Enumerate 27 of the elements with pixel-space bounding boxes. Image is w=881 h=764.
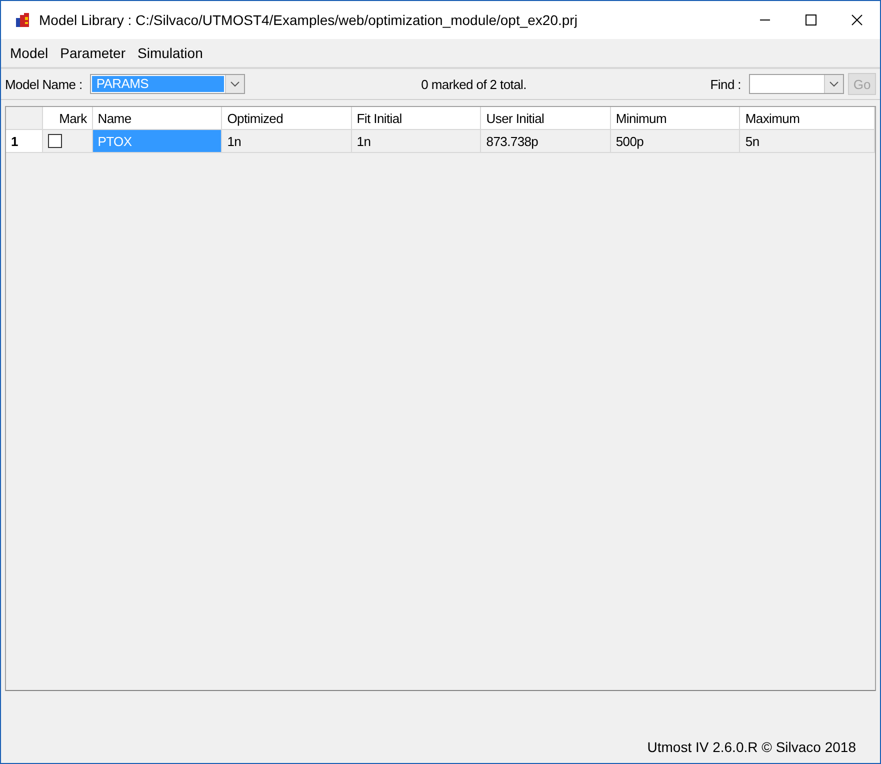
table-cell: 500p: [610, 130, 740, 153]
row-header[interactable]: 1: [6, 130, 43, 153]
table-cell: 1n: [352, 130, 482, 153]
caret-icon: [824, 75, 843, 93]
menu-item[interactable]: Parameter: [54, 45, 132, 61]
column-header[interactable]: Name: [92, 107, 222, 130]
field-label: Model Name :: [5, 76, 82, 92]
column-header[interactable]: Maximum: [740, 107, 875, 130]
column-header[interactable]: Fit Initial: [352, 107, 482, 130]
column-header[interactable]: Mark: [42, 107, 93, 130]
column-header[interactable]: Optimized: [222, 107, 352, 130]
table-cell: PTOX: [92, 130, 222, 153]
app-icon: [15, 12, 31, 28]
find-dropdown[interactable]: [749, 74, 844, 94]
field-label: Find :: [710, 76, 741, 92]
count-text: 0 marked of 2 total.: [420, 76, 528, 92]
status-text: Utmost IV 2.6.0.R © Silvaco 2018: [647, 739, 856, 755]
table-cell: 873.738p: [481, 130, 611, 153]
table-cell: 1n: [222, 130, 352, 153]
menu-item[interactable]: Simulation: [132, 45, 209, 61]
table-cell: 5n: [740, 130, 875, 153]
column-header[interactable]: Minimum: [610, 107, 740, 130]
menu-item[interactable]: Model: [4, 45, 54, 61]
window-title: Model Library : C:/Silvaco/UTMOST4/Examples/web/optimization_module/opt_ex20.prj: [39, 12, 578, 28]
column-header[interactable]: User Initial: [481, 107, 611, 130]
mark-checkbox[interactable]: [48, 134, 62, 148]
caret-icon: [225, 75, 244, 93]
